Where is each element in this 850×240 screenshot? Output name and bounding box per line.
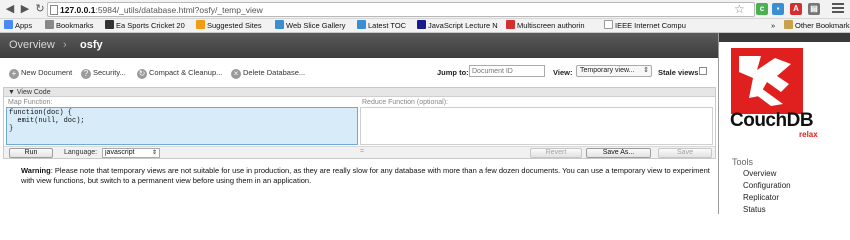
chrome-menu-icon[interactable] xyxy=(832,3,844,15)
bookmark-item[interactable]: IEEE Internet Compu xyxy=(604,20,689,32)
add-icon: + xyxy=(9,69,19,79)
bookmark-item[interactable]: Web Slice Gallery xyxy=(275,20,351,32)
reload-icon[interactable]: ↻ xyxy=(33,2,47,16)
view-select[interactable]: Temporary view... ⇕ xyxy=(576,65,652,77)
language-label: Language: xyxy=(64,149,98,156)
breadcrumb-overview[interactable]: Overview xyxy=(9,39,55,52)
resize-grip[interactable]: = xyxy=(360,148,364,156)
bookmark-apps[interactable]: Apps xyxy=(4,20,38,32)
security-icon: ? xyxy=(81,69,91,79)
bookmark-item[interactable]: Latest TOC xyxy=(357,20,411,32)
select-arrow-icon: ⇕ xyxy=(151,150,157,156)
editor-footer: Run Language: javascript ⇕ = Revert Save … xyxy=(4,146,715,158)
breadcrumb-database: osfy xyxy=(80,39,103,51)
tools-link-configuration[interactable]: Configuration xyxy=(743,181,791,191)
browser-toolbar: ◀ ▶ ↻ 127.0.0.1:5984/_utils/database.htm… xyxy=(0,0,850,19)
stale-views-label: Stale views xyxy=(658,68,699,77)
stale-views-checkbox[interactable] xyxy=(699,67,707,75)
bookmark-item[interactable]: Bookmarks xyxy=(45,20,97,32)
tools-link-replicator[interactable]: Replicator xyxy=(743,193,779,203)
star-icon xyxy=(45,20,54,29)
bookmark-item[interactable]: Suggested Sites xyxy=(196,20,269,32)
url-text: 127.0.0.1:5984/_utils/database.html?osfy… xyxy=(60,5,263,15)
back-icon[interactable]: ◀ xyxy=(3,2,17,16)
tools-link-status[interactable]: Status xyxy=(743,205,766,215)
map-function-label: Map Function: xyxy=(8,99,53,106)
page-icon xyxy=(506,20,515,29)
map-function-editor[interactable]: function(doc) { emit(null, doc); } xyxy=(6,107,358,145)
view-code-panel: ▼ View Code Map Function: Reduce Functio… xyxy=(3,87,716,159)
forward-icon[interactable]: ▶ xyxy=(18,2,32,16)
page-icon xyxy=(604,20,613,29)
jump-to-label: Jump to: xyxy=(437,68,469,77)
extension-icon[interactable]: c xyxy=(756,3,768,15)
page-icon xyxy=(275,20,284,29)
new-document-button[interactable]: + New Document xyxy=(9,67,72,79)
futon-sidebar: CouchDB relax Tools Overview Configurati… xyxy=(718,33,850,214)
bookmark-item[interactable]: Ea Sports Cricket 20 xyxy=(105,20,185,32)
run-button[interactable]: Run xyxy=(9,148,53,158)
extension-icon[interactable]: A xyxy=(790,3,802,15)
extension-icon[interactable]: ▤ xyxy=(808,3,820,15)
folder-icon xyxy=(784,20,793,29)
extension-icon[interactable]: ▪ xyxy=(772,3,784,15)
couchdb-wordmark: CouchDB xyxy=(730,110,814,131)
bookmarks-bar: Apps Bookmarks Ea Sports Cricket 20 Sugg… xyxy=(0,19,850,33)
couchdb-tagline: relax xyxy=(799,130,818,139)
compact-button[interactable]: ↻ Compact & Cleanup... xyxy=(137,67,222,79)
breadcrumb-separator: › xyxy=(63,39,67,51)
view-code-toggle[interactable]: ▼ View Code xyxy=(4,88,715,97)
page-icon xyxy=(417,20,426,29)
bookmark-star-icon[interactable]: ☆ xyxy=(734,2,745,16)
futon-header: Overview › osfy xyxy=(0,33,718,58)
tools-heading: Tools xyxy=(732,157,754,167)
save-button[interactable]: Save xyxy=(658,148,712,158)
page-icon xyxy=(357,20,366,29)
other-bookmarks[interactable]: Other Bookmarks xyxy=(784,20,850,32)
view-label: View: xyxy=(553,68,573,77)
save-as-button[interactable]: Save As... xyxy=(586,148,651,158)
select-arrow-icon: ⇕ xyxy=(643,67,649,74)
reduce-function-editor[interactable] xyxy=(360,107,713,145)
language-select[interactable]: javascript ⇕ xyxy=(102,148,160,158)
page-icon xyxy=(105,20,114,29)
security-button[interactable]: ? Security... xyxy=(81,67,126,79)
temporary-view-warning: Warning: Please note that temporary view… xyxy=(21,166,710,185)
address-bar[interactable]: 127.0.0.1:5984/_utils/database.html?osfy… xyxy=(47,2,755,17)
page-icon xyxy=(196,20,205,29)
sidebar-top-bar xyxy=(719,33,850,42)
database-toolbar: + New Document ? Security... ↻ Compact & Cl… xyxy=(0,58,718,86)
page-icon xyxy=(50,5,58,15)
reduce-function-label: Reduce Function (optional): xyxy=(362,99,448,106)
jump-to-input[interactable] xyxy=(469,65,545,77)
couchdb-logo-icon xyxy=(731,48,803,114)
delete-icon: × xyxy=(231,69,241,79)
bookmark-item[interactable]: JavaScript Lecture N xyxy=(417,20,500,32)
bookmark-item[interactable]: Multiscreen authorin xyxy=(506,20,595,32)
compact-icon: ↻ xyxy=(137,69,147,79)
apps-icon xyxy=(4,20,13,29)
more-bookmarks-button[interactable]: » xyxy=(771,20,781,32)
revert-button[interactable]: Revert xyxy=(530,148,582,158)
delete-database-button[interactable]: × Delete Database... xyxy=(231,67,305,79)
tools-link-overview[interactable]: Overview xyxy=(743,169,776,179)
